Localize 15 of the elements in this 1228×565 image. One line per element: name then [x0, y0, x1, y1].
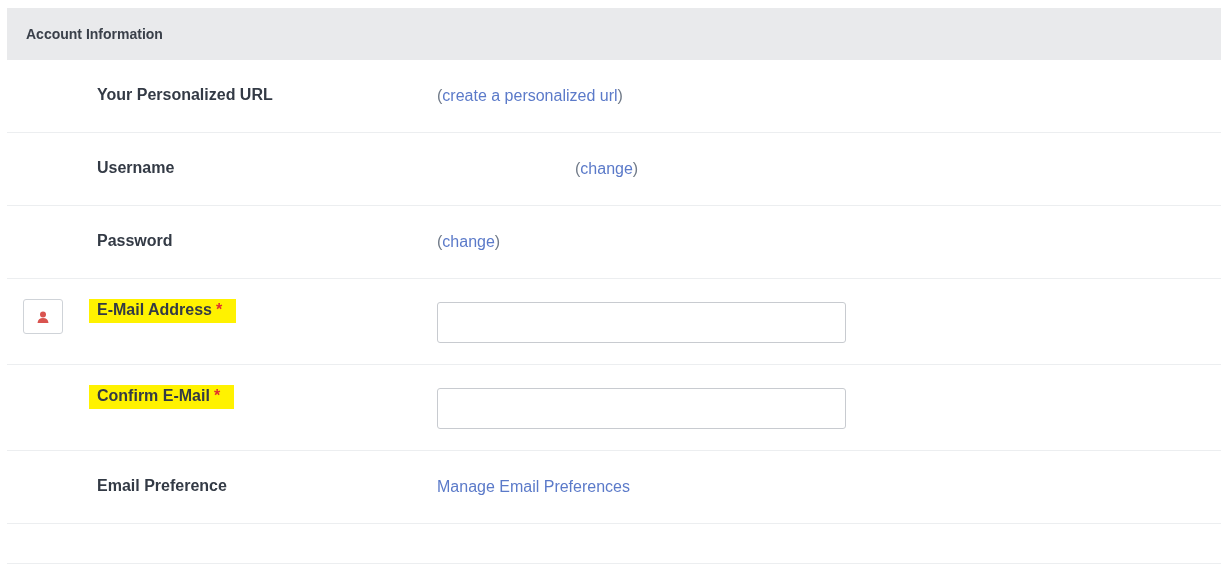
field-label: E-Mail Address * — [89, 299, 237, 323]
profile-button[interactable] — [23, 299, 63, 334]
email-input-field[interactable] — [437, 388, 846, 429]
field-label: Confirm E-Mail * — [89, 385, 235, 409]
field-label: Email Preference — [97, 476, 227, 496]
action-link[interactable]: (create a personalized url) — [437, 87, 623, 105]
field-label: Username — [97, 158, 175, 178]
action-link[interactable]: (change) — [437, 233, 501, 251]
action-link[interactable]: (change) — [575, 160, 639, 178]
person-icon — [37, 310, 49, 323]
preferences-link[interactable]: Manage Email Preferences — [437, 478, 630, 496]
field-label: Your Personalized URL — [97, 85, 273, 105]
email-input-field[interactable] — [437, 302, 846, 343]
section-title: Account Information — [26, 26, 163, 42]
field-label: Password — [97, 231, 173, 251]
